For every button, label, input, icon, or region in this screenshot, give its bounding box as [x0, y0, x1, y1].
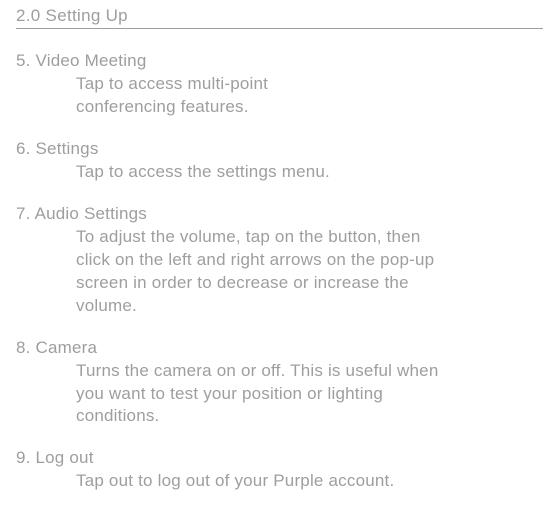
list-item: 7. Audio Settings To adjust the volume, …	[16, 204, 543, 318]
item-desc: Tap to access the settings menu.	[76, 161, 456, 184]
list-item: 6. Settings Tap to access the settings m…	[16, 139, 543, 184]
item-desc: Tap to access multi-point conferencing f…	[76, 73, 336, 119]
item-title: 5. Video Meeting	[16, 51, 543, 71]
section-header: 2.0 Setting Up	[16, 6, 543, 29]
item-desc: Turns the camera on or off. This is usef…	[76, 360, 456, 429]
list-item: 9. Log out Tap out to log out of your Pu…	[16, 448, 543, 493]
item-title: 9. Log out	[16, 448, 543, 468]
item-desc: Tap out to log out of your Purple accoun…	[76, 470, 496, 493]
item-title: 8. Camera	[16, 338, 543, 358]
item-desc: To adjust the volume, tap on the button,…	[76, 226, 456, 318]
list-item: 5. Video Meeting Tap to access multi-poi…	[16, 51, 543, 119]
item-list: 5. Video Meeting Tap to access multi-poi…	[16, 51, 543, 493]
item-title: 6. Settings	[16, 139, 543, 159]
item-title: 7. Audio Settings	[16, 204, 543, 224]
list-item: 8. Camera Turns the camera on or off. Th…	[16, 338, 543, 429]
section-title: 2.0 Setting Up	[16, 6, 543, 26]
